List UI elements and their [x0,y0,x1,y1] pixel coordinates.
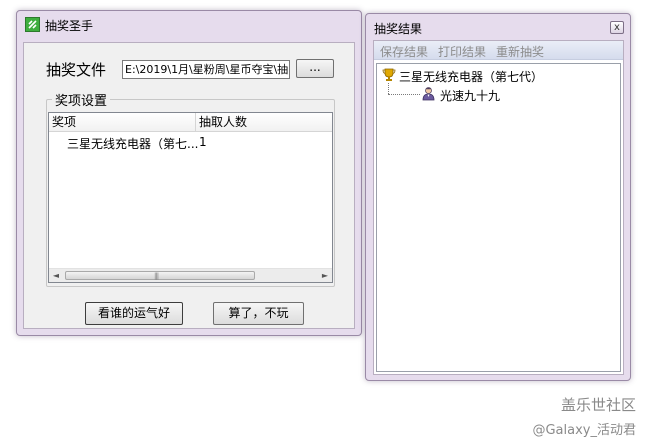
table-row[interactable]: 三星无线充电器（第七... 1 [49,134,332,151]
file-path-input[interactable]: E:\2019\1月\星粉周\星币夺宝\抽 [122,60,290,79]
trophy-icon [382,68,396,82]
lottery-app-icon [25,17,40,32]
result-client-area: 保存结果 打印结果 重新抽奖 三星无线充电器（第七代） 光速九十九 [373,40,624,375]
menu-save-results[interactable]: 保存结果 [380,43,428,60]
result-tree[interactable]: 三星无线充电器（第七代） 光速九十九 [376,63,621,372]
result-titlebar[interactable]: 抽奖结果 x [366,14,630,40]
scroll-thumb[interactable]: ||| [65,271,255,280]
tree-connector [388,94,420,95]
prize-list-header: 奖项 抽取人数 [49,113,332,132]
prize-list[interactable]: 奖项 抽取人数 三星无线充电器（第七... 1 ◄ ||| ► [48,112,333,283]
result-window-title: 抽奖结果 [374,22,423,36]
tree-prize-node[interactable]: 三星无线充电器（第七代） [399,68,543,85]
horizontal-scrollbar[interactable]: ◄ ||| ► [49,268,332,282]
tree-connector [388,83,389,94]
quit-button[interactable]: 算了，不玩 [213,302,304,325]
browse-button[interactable]: ... [296,59,334,78]
watermark-community: 盖乐世社区 [560,396,636,414]
main-titlebar[interactable]: 抽奖圣手 [17,11,361,37]
main-window-title: 抽奖圣手 [45,19,94,33]
main-window: 抽奖圣手 抽奖文件 E:\2019\1月\星粉周\星币夺宝\抽 ... 奖项设置… [16,10,362,336]
close-icon[interactable]: x [610,21,624,34]
row-count-cell: 1 [199,135,207,149]
tree-winner-node[interactable]: 光速九十九 [440,87,500,104]
menu-print-results[interactable]: 打印结果 [438,43,486,60]
scroll-right-arrow[interactable]: ► [318,269,332,282]
main-client-area: 抽奖文件 E:\2019\1月\星粉周\星币夺宝\抽 ... 奖项设置 奖项 抽… [23,42,355,329]
row-prize-cell: 三星无线充电器（第七... [67,137,199,151]
prize-settings-title: 奖项设置 [52,90,111,109]
scroll-left-arrow[interactable]: ◄ [49,269,63,282]
column-header-count[interactable]: 抽取人数 [196,113,333,131]
menu-redraw[interactable]: 重新抽奖 [496,43,544,60]
result-window: 抽奖结果 x 保存结果 打印结果 重新抽奖 三星无线充电器（第七代） 光速九十九 [365,13,631,381]
user-icon [421,86,436,101]
column-header-prize[interactable]: 奖项 [49,113,195,131]
scroll-grip: ||| [154,272,159,280]
watermark-handle: @Galaxy_活动君 [532,423,636,438]
result-menubar: 保存结果 打印结果 重新抽奖 [374,41,623,60]
draw-button[interactable]: 看谁的运气好 [85,302,183,325]
file-label: 抽奖文件 [46,61,107,79]
